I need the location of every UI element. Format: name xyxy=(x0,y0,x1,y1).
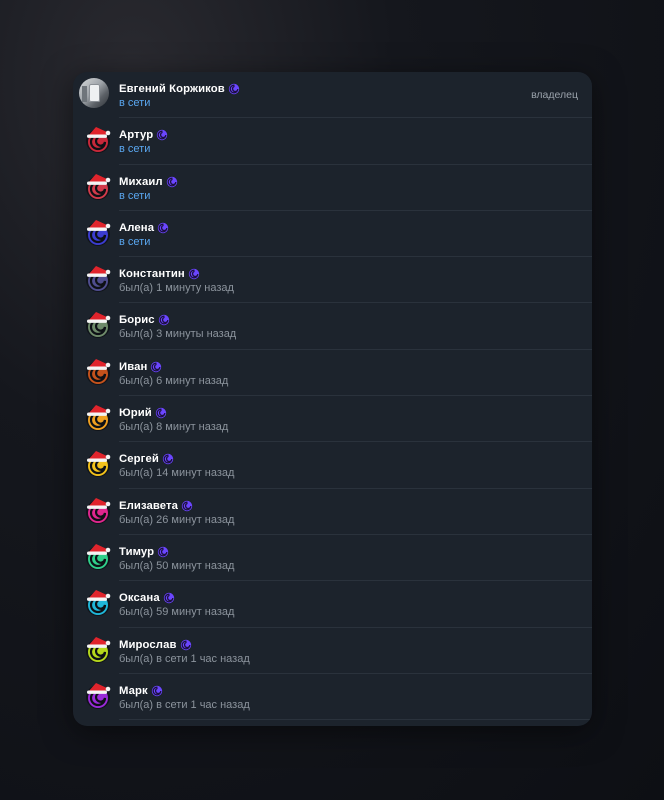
member-row[interactable]: Константин был(а) 1 минуту назад xyxy=(73,257,592,304)
member-name-line: Елизавета xyxy=(119,498,193,514)
santa-hat-avatar-icon[interactable] xyxy=(83,218,113,248)
member-status: в сети xyxy=(119,97,151,109)
santa-hat-avatar-icon[interactable] xyxy=(83,588,113,618)
swirl-status-icon xyxy=(180,639,191,650)
santa-hat-avatar-icon[interactable] xyxy=(83,496,113,526)
member-row[interactable]: Тимур был(а) 50 минут назад xyxy=(73,535,592,582)
member-name: Мирослав xyxy=(119,638,177,651)
member-status: в сети xyxy=(119,143,151,156)
member-name: Оксана xyxy=(119,592,160,605)
member-name-line: Иван xyxy=(119,359,162,375)
member-name-line: Марк xyxy=(119,683,163,699)
member-status: был(а) в сети 1 час назад xyxy=(119,652,250,665)
member-name: Артур xyxy=(119,129,154,142)
member-row[interactable]: Сергей был(а) 14 минут назад xyxy=(73,442,592,489)
member-row[interactable]: Елизавета был(а) 26 минут назад xyxy=(73,489,592,535)
swirl-status-icon xyxy=(228,83,239,95)
member-name-line: Борис xyxy=(119,312,170,328)
member-name-line: Юрий xyxy=(119,405,167,421)
member-list: Евгений Коржиков в сети владелец Артур в… xyxy=(73,72,592,721)
swirl-status-icon xyxy=(157,546,169,558)
santa-hat-avatar-icon[interactable] xyxy=(83,449,113,479)
member-name: Евгений Коржиков xyxy=(119,83,225,95)
swirl-status-icon xyxy=(151,685,162,697)
member-row[interactable]: Евгений Коржиков в сети владелец xyxy=(73,72,592,119)
member-name: Борис xyxy=(119,314,155,327)
member-name: Константин xyxy=(119,268,185,281)
member-status: был(а) 8 минут назад xyxy=(119,421,229,434)
member-row[interactable]: Артур в сети xyxy=(73,118,592,165)
member-status: был(а) 1 минуту назад xyxy=(119,282,234,295)
member-status: в сети xyxy=(119,235,151,248)
member-name: Тимур xyxy=(119,545,155,558)
member-name-line: Артур xyxy=(119,127,168,143)
member-row[interactable]: Мирослав был(а) в сети 1 час назад xyxy=(73,628,592,674)
member-status: был(а) 14 минут назад xyxy=(119,467,235,480)
member-name-line: Алена xyxy=(119,220,169,236)
member-name: Иван xyxy=(119,360,148,373)
santa-hat-avatar-icon[interactable] xyxy=(83,542,113,572)
swirl-status-icon xyxy=(181,500,193,511)
santa-hat-avatar-icon[interactable] xyxy=(83,403,113,433)
member-name-line: Михаил xyxy=(119,174,178,190)
member-row[interactable]: Борис был(а) 3 минуты назад xyxy=(73,303,592,350)
santa-hat-avatar-icon[interactable] xyxy=(83,681,113,711)
member-status: был(а) 26 минут назад xyxy=(119,513,235,526)
santa-hat-avatar-icon[interactable] xyxy=(83,310,113,340)
member-status: в сети xyxy=(119,189,151,202)
swirl-status-icon xyxy=(166,176,177,187)
santa-hat-avatar-icon[interactable] xyxy=(83,357,113,387)
member-role: владелец xyxy=(531,89,578,101)
member-name: Сергей xyxy=(119,453,159,466)
member-row[interactable]: Алена в сети xyxy=(73,211,592,258)
swirl-status-icon xyxy=(157,130,168,141)
member-row[interactable]: Юрий был(а) 8 минут назад xyxy=(73,396,592,443)
profile-photo xyxy=(79,78,109,108)
swirl-status-icon xyxy=(162,454,174,465)
member-name: Марк xyxy=(119,684,148,697)
santa-hat-avatar-icon[interactable] xyxy=(83,264,113,294)
member-name-line: Сергей xyxy=(119,451,174,467)
santa-hat-avatar-icon[interactable] xyxy=(83,125,113,155)
member-name-line: Мирослав xyxy=(119,637,192,653)
member-status: был(а) 3 минуты назад xyxy=(119,328,237,341)
member-status: был(а) 59 минут назад xyxy=(119,606,235,619)
member-row[interactable]: Оксана был(а) 59 минут назад xyxy=(73,581,592,628)
member-name: Елизавета xyxy=(119,499,179,512)
santa-hat-avatar-icon[interactable] xyxy=(83,635,113,665)
member-photo-avatar[interactable] xyxy=(73,72,109,108)
swirl-status-icon xyxy=(163,593,174,604)
member-name-line: Тимур xyxy=(119,544,169,560)
swirl-status-icon xyxy=(188,268,200,280)
swirl-status-icon xyxy=(157,222,169,234)
member-row[interactable]: Марк был(а) в сети 1 час назад xyxy=(73,674,592,721)
swirl-status-icon xyxy=(158,315,169,326)
member-status: был(а) 6 минут назад xyxy=(119,374,229,387)
swirl-status-icon xyxy=(155,407,167,419)
member-name-line: Константин xyxy=(119,266,200,282)
member-name: Алена xyxy=(119,221,155,234)
member-name: Михаил xyxy=(119,175,163,188)
row-divider xyxy=(119,719,592,721)
members-panel: Евгений Коржиков в сети владелец Артур в… xyxy=(73,72,592,726)
member-name-line: Оксана xyxy=(119,590,175,606)
member-row[interactable]: Михаил в сети xyxy=(73,165,592,211)
member-status: был(а) 50 минут назад xyxy=(119,559,235,572)
swirl-status-icon xyxy=(151,361,162,372)
member-name-line: Евгений Коржиков xyxy=(119,81,240,97)
member-status: был(а) в сети 1 час назад xyxy=(119,698,250,711)
member-name: Юрий xyxy=(119,407,152,420)
member-row[interactable]: Иван был(а) 6 минут назад xyxy=(73,350,592,397)
santa-hat-avatar-icon[interactable] xyxy=(83,172,113,202)
